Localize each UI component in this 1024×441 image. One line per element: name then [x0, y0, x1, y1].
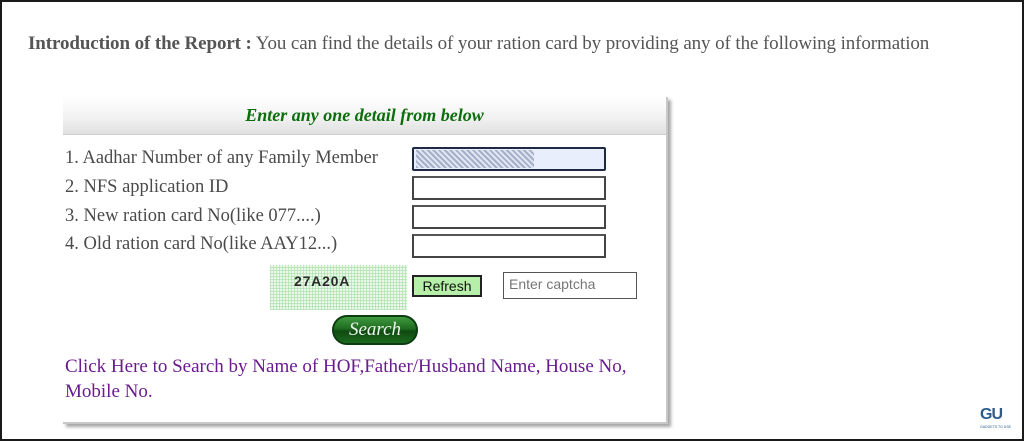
logo-mark: GU: [980, 406, 1003, 423]
logo-caption: GADGETS TO USE: [980, 425, 1011, 429]
captcha-input[interactable]: Enter captcha: [503, 272, 637, 299]
aadhar-input[interactable]: [412, 147, 606, 171]
captcha-image: 27A20A: [270, 265, 407, 310]
nfs-id-label: 2. NFS application ID: [65, 177, 229, 197]
old-ration-card-input[interactable]: [412, 234, 606, 258]
search-button[interactable]: Search: [332, 315, 418, 345]
new-ration-card-input[interactable]: [412, 205, 606, 229]
redacted-value: [416, 150, 534, 168]
intro-description: You can find the details of your ration …: [251, 33, 930, 54]
refresh-button[interactable]: Refresh: [412, 275, 482, 297]
gadgets-to-use-logo: GU GADGETS TO USE: [980, 406, 1011, 430]
search-by-name-link[interactable]: Click Here to Search by Name of HOF,Fath…: [65, 354, 665, 404]
intro-label: Introduction of the Report :: [28, 33, 252, 54]
intro-text: Introduction of the Report : You can fin…: [28, 33, 929, 55]
aadhar-label: 1. Aadhar Number of any Family Member: [65, 148, 378, 168]
panel-title: Enter any one detail from below: [245, 105, 484, 125]
panel-header: Enter any one detail from below: [63, 97, 666, 135]
search-panel: Enter any one detail from below 1. Aadha…: [63, 97, 668, 424]
search-button-label: Search: [348, 319, 402, 340]
old-ration-card-label: 4. Old ration card No(like AAY12...): [65, 234, 338, 254]
nfs-id-input[interactable]: [412, 176, 606, 200]
new-ration-card-label: 3. New ration card No(like 077....): [65, 206, 321, 226]
captcha-text: 27A20A: [294, 273, 351, 289]
